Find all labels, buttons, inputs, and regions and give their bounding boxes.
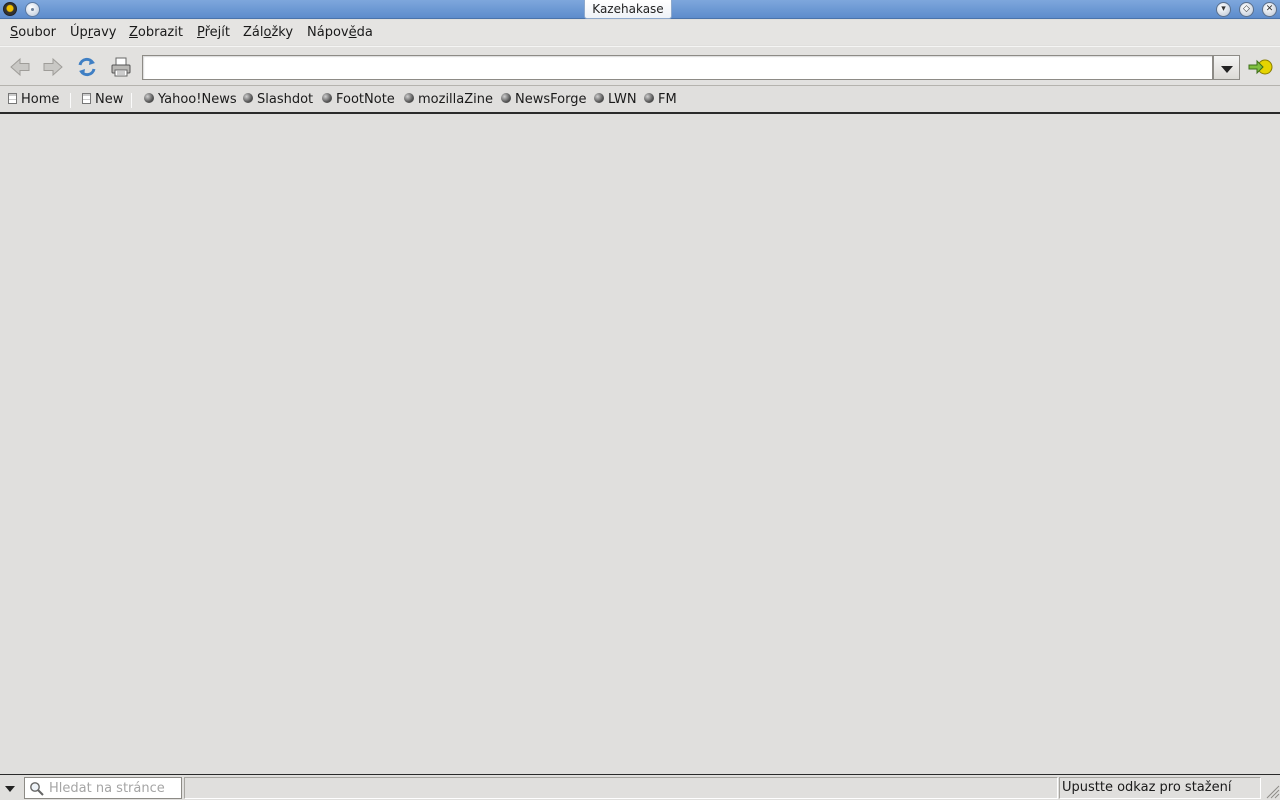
bookmark-lwn[interactable]: LWN	[594, 92, 637, 108]
menu-mnemonic: P	[197, 25, 205, 40]
forward-arrow-icon	[43, 57, 63, 77]
url-input[interactable]	[142, 55, 1213, 80]
go-icon	[1248, 59, 1273, 75]
bookmark-label: NewsForge	[515, 92, 587, 107]
globe-icon	[144, 93, 154, 103]
download-drop-target[interactable]: Upustte odkaz pro stažení	[1059, 777, 1261, 799]
menu-mnemonic: Z	[129, 25, 138, 40]
menu-label: Úp	[70, 25, 88, 40]
navigation-toolbar	[0, 46, 1280, 86]
globe-icon	[644, 93, 654, 103]
globe-icon	[501, 93, 511, 103]
menu-label: avy	[93, 25, 117, 40]
status-message-panel	[184, 777, 1058, 799]
forward-button[interactable]	[42, 56, 64, 78]
bookmark-new[interactable]: New	[82, 92, 123, 108]
document-icon	[8, 93, 17, 104]
menu-label: Nápov	[307, 25, 349, 40]
separator	[70, 93, 71, 108]
window-title: Kazehakase	[584, 0, 672, 19]
search-options-dropdown[interactable]	[0, 777, 22, 799]
menu-zalozky[interactable]: Záložky	[243, 25, 293, 41]
print-button[interactable]	[110, 56, 132, 78]
bookmarks-bar: Home New Yahoo!News Slashdot FootNote mo…	[0, 87, 1280, 114]
status-bar: Upustte odkaz pro stažení	[0, 774, 1280, 800]
globe-icon	[594, 93, 604, 103]
bookmark-slashdot[interactable]: Slashdot	[243, 92, 313, 108]
bookmark-label: LWN	[608, 92, 637, 107]
bookmark-newsforge[interactable]: NewsForge	[501, 92, 586, 108]
menu-bar: Soubor Úpravy Zobrazit Přejít Záložky Ná…	[0, 20, 1280, 45]
bookmark-mozillazine[interactable]: mozillaZine	[404, 92, 493, 108]
bookmark-yahoo-news[interactable]: Yahoo!News	[144, 92, 237, 108]
find-in-page-box	[24, 777, 182, 799]
back-button[interactable]	[9, 56, 31, 78]
menu-soubor[interactable]: Soubor	[10, 25, 56, 41]
bookmark-label: Home	[21, 92, 60, 107]
globe-icon	[322, 93, 332, 103]
reload-icon	[78, 57, 96, 77]
minimize-button[interactable]: ▾	[1216, 2, 1231, 17]
bookmark-label: mozillaZine	[418, 92, 493, 107]
minimize-icon: ▾	[1221, 4, 1226, 14]
url-history-dropdown[interactable]	[1213, 55, 1240, 80]
reload-button[interactable]	[76, 56, 98, 78]
bookmark-label: Slashdot	[257, 92, 314, 107]
bookmark-label: New	[95, 92, 124, 107]
menu-mnemonic: ě	[348, 25, 357, 40]
menu-label: da	[356, 25, 373, 40]
document-icon	[82, 93, 91, 104]
maximize-icon: ◇	[1243, 4, 1250, 14]
menu-label: žky	[271, 25, 294, 40]
close-icon: ✕	[1265, 4, 1274, 14]
maximize-button[interactable]: ◇	[1239, 2, 1254, 17]
title-bar[interactable]: Kazehakase ▾ ◇ ✕	[0, 0, 1280, 19]
find-in-page-input[interactable]	[47, 778, 179, 798]
menu-label: Zál	[243, 25, 264, 40]
page-content[interactable]	[0, 114, 1280, 774]
menu-label: oubor	[18, 25, 57, 40]
menu-upravy[interactable]: Úpravy	[70, 25, 117, 41]
window-menu-button[interactable]	[25, 2, 40, 17]
menu-zobrazit[interactable]: Zobrazit	[129, 25, 183, 41]
bookmark-home[interactable]: Home	[8, 92, 59, 108]
resize-grip-icon[interactable]	[1264, 783, 1280, 799]
menu-napoveda[interactable]: Nápověda	[307, 25, 373, 41]
globe-icon	[243, 93, 253, 103]
bookmark-footnote[interactable]: FootNote	[322, 92, 395, 108]
bookmark-fm[interactable]: FM	[644, 92, 677, 108]
back-arrow-icon	[10, 57, 30, 77]
print-icon	[111, 57, 131, 77]
bookmark-label: FootNote	[336, 92, 395, 107]
bookmark-label: FM	[658, 92, 677, 107]
search-icon	[30, 782, 44, 796]
app-icon[interactable]	[3, 2, 17, 16]
menu-label: řejít	[204, 25, 231, 40]
menu-label: obrazit	[137, 25, 183, 40]
menu-prejit[interactable]: Přejít	[197, 25, 230, 41]
globe-icon	[404, 93, 414, 103]
close-button[interactable]: ✕	[1262, 2, 1277, 17]
bookmark-label: Yahoo!News	[158, 92, 237, 107]
separator	[131, 93, 132, 108]
go-button[interactable]	[1248, 55, 1274, 79]
